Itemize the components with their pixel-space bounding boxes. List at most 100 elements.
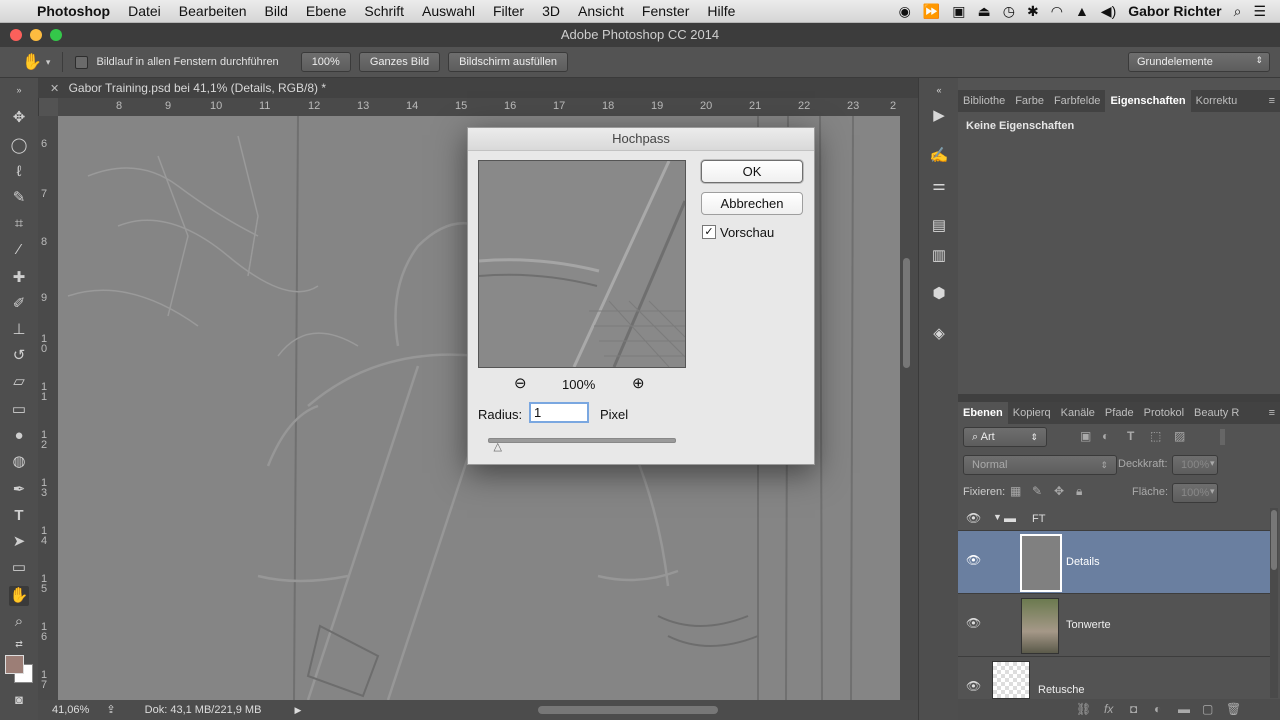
filter-pixel-layer-icon[interactable]: ▣ xyxy=(1080,429,1091,443)
collapse-toolbar-icon[interactable]: » xyxy=(9,80,29,100)
tab-protokoll[interactable]: Protokol xyxy=(1139,402,1189,424)
3d-cube-icon[interactable]: ⬢ xyxy=(929,284,949,304)
dodge-tool-icon[interactable]: ◍ xyxy=(9,452,29,472)
lasso-tool-icon[interactable]: ℓ xyxy=(9,162,29,182)
zoom-out-icon[interactable]: ⊖ xyxy=(514,374,527,392)
tab-kanaele[interactable]: Kanäle xyxy=(1056,402,1100,424)
menu-ebene[interactable]: Ebene xyxy=(297,3,355,19)
filter-type-layer-icon[interactable]: T xyxy=(1127,429,1134,443)
layer-filter-kind-select[interactable]: ⌕ Art ⇕ xyxy=(963,427,1047,447)
tab-korrekturen[interactable]: Korrektu xyxy=(1191,90,1243,112)
tab-eigenschaften[interactable]: Eigenschaften xyxy=(1105,90,1191,112)
screen-icon[interactable]: ▣ xyxy=(952,3,965,20)
radius-slider-track[interactable] xyxy=(488,438,676,443)
swap-colors-icon[interactable]: ⇄ xyxy=(9,634,29,654)
blur-tool-icon[interactable]: ● xyxy=(9,426,29,446)
fast-forward-icon[interactable]: ⏩ xyxy=(923,3,940,20)
window-minimize-button[interactable] xyxy=(30,29,42,41)
brush-preset-icon[interactable]: ✍ xyxy=(929,146,949,166)
window-close-button[interactable] xyxy=(10,29,22,41)
layer-row[interactable]: 👁︎ Retusche xyxy=(958,657,1270,699)
layer-row[interactable]: 👁︎ Tonwerte xyxy=(958,594,1270,657)
cancel-button[interactable]: Abbrechen xyxy=(701,192,803,215)
eraser-tool-icon[interactable]: ▱ xyxy=(9,372,29,392)
filter-shape-layer-icon[interactable]: ⬚ xyxy=(1150,429,1161,443)
add-mask-icon[interactable]: ◘ xyxy=(1130,702,1137,716)
tab-farbfelder[interactable]: Farbfelde xyxy=(1049,90,1105,112)
fill-screen-button[interactable]: Bildschirm ausfüllen xyxy=(448,52,568,72)
paragraph-icon[interactable]: ▥ xyxy=(929,246,949,266)
opacity-dropdown-icon[interactable]: ▾ xyxy=(1210,458,1215,469)
menu-app-name[interactable]: Photoshop xyxy=(28,3,119,19)
zoom-100-button[interactable]: 100% xyxy=(300,52,351,72)
new-group-icon[interactable]: ▬ xyxy=(1178,702,1190,716)
visibility-eye-icon[interactable]: 👁︎ xyxy=(966,553,981,567)
eyedropper-tool-icon[interactable]: ⁄ xyxy=(9,240,29,260)
link-layers-icon[interactable]: ⛓︎ xyxy=(1076,702,1091,716)
zoom-tool-icon[interactable]: ⌕ xyxy=(9,612,29,632)
preview-checkbox[interactable]: ✓ xyxy=(702,225,716,239)
status-menu-arrow-icon[interactable]: ▶ xyxy=(295,705,302,715)
new-layer-icon[interactable]: ▢ xyxy=(1202,702,1213,716)
tab-pfade[interactable]: Pfade xyxy=(1100,402,1139,424)
type-tool-icon[interactable]: T xyxy=(9,506,29,526)
menu-fenster[interactable]: Fenster xyxy=(633,3,698,19)
zoom-in-icon[interactable]: ⊕ xyxy=(632,374,645,392)
adjustment-layer-icon[interactable]: ◐ xyxy=(1154,702,1161,716)
lock-transparency-icon[interactable]: ▦ xyxy=(1010,484,1021,498)
document-tab[interactable]: ✕ Gabor Training.psd bei 41,1% (Details,… xyxy=(38,78,918,98)
layer-group-row[interactable]: 👁︎ ▼ ▬ FT xyxy=(958,508,1270,531)
spotlight-search-icon[interactable]: ⌕ xyxy=(1234,3,1242,20)
actions-play-icon[interactable]: ▶ xyxy=(929,106,949,126)
fill-dropdown-icon[interactable]: ▾ xyxy=(1210,486,1215,497)
hand-tool-icon[interactable]: ✋ xyxy=(9,586,29,606)
path-selection-tool-icon[interactable]: ➤ xyxy=(9,532,29,552)
horizontal-scrollbar-thumb[interactable] xyxy=(538,706,718,714)
share-icon[interactable]: ⇪ xyxy=(106,704,115,716)
adjustments-sliders-icon[interactable]: ⚌ xyxy=(929,176,949,196)
lock-position-icon[interactable]: ✥ xyxy=(1054,484,1064,498)
tab-beauty-retouch[interactable]: Beauty R xyxy=(1189,402,1244,424)
workspace-select[interactable]: Grundelemente ⇕ xyxy=(1128,52,1270,72)
notification-list-icon[interactable]: ☰ xyxy=(1253,3,1266,20)
scroll-all-windows-checkbox[interactable] xyxy=(75,55,89,69)
radius-input[interactable]: 1 xyxy=(529,402,589,423)
filter-adjustment-layer-icon[interactable]: ◐ xyxy=(1102,429,1109,443)
layers-scrollbar-thumb[interactable] xyxy=(1271,510,1277,570)
fx-layer-style-icon[interactable]: fx xyxy=(1104,702,1113,716)
healing-brush-tool-icon[interactable]: ✚ xyxy=(9,268,29,288)
clock-icon[interactable]: ◷ xyxy=(1003,3,1015,20)
visibility-eye-icon[interactable]: 👁︎ xyxy=(966,616,981,630)
ellipse-marquee-tool-icon[interactable]: ◯ xyxy=(9,136,29,156)
radius-slider-thumb[interactable]: △ xyxy=(493,440,501,453)
rectangle-tool-icon[interactable]: ▭ xyxy=(9,558,29,578)
menu-hilfe[interactable]: Hilfe xyxy=(698,3,744,19)
visibility-eye-icon[interactable]: 👁︎ xyxy=(966,511,981,525)
panel-menu-icon[interactable]: ≡ xyxy=(1264,90,1280,112)
tab-kopierquelle[interactable]: Kopierq xyxy=(1008,402,1056,424)
menu-filter[interactable]: Filter xyxy=(484,3,533,19)
layers-stack-icon[interactable]: ◈ xyxy=(929,324,949,344)
record-icon[interactable]: ◉ xyxy=(899,3,911,20)
layers-panel-menu-icon[interactable]: ≡ xyxy=(1264,402,1280,424)
menu-bearbeiten[interactable]: Bearbeiten xyxy=(170,3,256,19)
quick-mask-icon[interactable]: ◙ xyxy=(9,690,29,710)
canvas-vertical-scrollbar[interactable] xyxy=(900,98,918,700)
airplay-icon[interactable]: ⏏ xyxy=(978,3,991,20)
scrollbar-thumb[interactable] xyxy=(903,258,910,368)
eject-icon[interactable]: ▲ xyxy=(1075,3,1089,19)
menu-auswahl[interactable]: Auswahl xyxy=(413,3,484,19)
tab-bibliotheken[interactable]: Bibliothe xyxy=(958,90,1010,112)
layers-scrollbar[interactable] xyxy=(1270,508,1278,698)
volume-icon[interactable]: ◀) xyxy=(1101,3,1116,20)
ok-button[interactable]: OK xyxy=(701,160,803,183)
wifi-icon[interactable]: ◠ xyxy=(1051,3,1063,20)
preset-chevron-down-icon[interactable]: ▾ xyxy=(46,57,51,68)
filter-smart-object-icon[interactable]: ▨ xyxy=(1174,429,1185,443)
crop-tool-icon[interactable]: ⌗ xyxy=(9,214,29,234)
blend-mode-select[interactable]: Normal ⇕ xyxy=(963,455,1117,475)
collapse-dock-icon[interactable]: « xyxy=(929,80,949,100)
bluetooth-icon[interactable]: ✱ xyxy=(1027,3,1039,20)
filter-preview[interactable] xyxy=(478,160,686,368)
fit-screen-button[interactable]: Ganzes Bild xyxy=(358,52,441,72)
